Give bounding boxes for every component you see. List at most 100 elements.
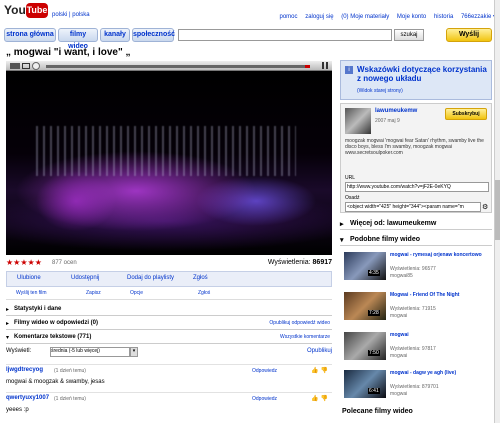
promoted-section[interactable]: Polecane filmy wideo — [340, 406, 492, 418]
video-description: moogzak mogwai 'mogwai fear Satan' rhyth… — [345, 138, 484, 156]
add-playlist-button[interactable]: Dodaj do playlisty — [127, 275, 174, 281]
scrollbar-thumb[interactable] — [495, 180, 500, 240]
expand-icon[interactable]: ▸ — [6, 306, 9, 313]
video-frame[interactable] — [6, 71, 332, 255]
volume-icon[interactable] — [10, 63, 20, 69]
related-label: Podobne filmy wideo — [350, 236, 421, 243]
related-user[interactable]: mogwai — [390, 353, 407, 359]
top-link-account[interactable]: Moje konto — [397, 14, 426, 20]
uploader-name[interactable]: lawumeukemw — [375, 108, 417, 114]
related-title[interactable]: mogwai — [390, 332, 490, 338]
related-title[interactable]: Mogwai - Friend Of The Night — [390, 292, 490, 298]
top-link-login[interactable]: zaloguj się — [305, 14, 333, 20]
gear-icon[interactable]: ⚙ — [482, 203, 488, 211]
progress-bar[interactable] — [46, 65, 310, 68]
tab-videos[interactable]: filmy wideo — [58, 28, 98, 50]
star-icon[interactable]: ★ — [28, 258, 35, 267]
reply-link[interactable]: Odpowiedz — [252, 396, 277, 402]
avatar[interactable] — [345, 108, 371, 134]
chevron-down-icon[interactable]: ▾ — [130, 347, 138, 357]
upload-button[interactable]: Wyślij — [446, 28, 492, 42]
post-comment-link[interactable]: Opublikuj — [307, 348, 332, 354]
comment-filter-select[interactable]: średnia (-5 lub więcej) — [50, 347, 130, 357]
tab-channels[interactable]: kanały — [100, 28, 130, 42]
url-field[interactable]: http://www.youtube.com/watch?v=jF2E-0eKY… — [345, 182, 489, 192]
search-input[interactable] — [178, 29, 392, 41]
embed-field[interactable]: <object width="425" height="344"><param … — [345, 202, 481, 212]
report-link[interactable]: Zgłoś — [198, 290, 210, 296]
related-video[interactable]: 7:50 mogwai Wyświetlenia: 97817 mogwai — [340, 330, 492, 362]
star-rating[interactable]: ★★★★★ — [6, 258, 42, 267]
tab-community[interactable]: społeczność — [132, 28, 175, 42]
comments-section[interactable]: ▾ Komentarze tekstowe (771) Wszystkie ko… — [6, 332, 332, 344]
language-selector[interactable]: polski | polska — [52, 12, 90, 18]
related-section[interactable]: ▾ Podobne filmy wideo — [340, 234, 492, 246]
top-link-my-videos[interactable]: (0) Moje materiały — [341, 14, 389, 20]
statistics-section[interactable]: ▸ Statystyki i dane — [6, 304, 332, 316]
comment-user[interactable]: ljwgdtrecyog — [6, 367, 43, 373]
flag-button[interactable]: Zgłoś — [193, 275, 208, 281]
comment-item: qwertyuxy1007 (1 dzień temu) Odpowiedz 👍… — [6, 392, 332, 418]
url-label: URL — [345, 175, 356, 181]
info-icon: i — [345, 66, 353, 74]
related-views: Wyświetlenia: 97817 — [390, 346, 436, 352]
view-count: Wyświetlenia: 86917 — [268, 259, 332, 266]
logo-tube: Tube — [26, 3, 48, 18]
thumbs-icon[interactable]: 👍 👎 — [311, 395, 328, 402]
related-user[interactable]: mogwai — [390, 391, 407, 397]
save-link[interactable]: Zapisz — [86, 290, 101, 296]
comment-text: mogwai & moogzak & swamby, jesas — [6, 379, 105, 385]
upload-date: 2007 maj 9 — [375, 118, 400, 124]
action-bar-secondary: Wyślij ten film Zapisz Opcje Zgłoś — [6, 288, 332, 300]
related-user[interactable]: mogwai — [390, 313, 407, 319]
nav-bar: strona główna filmy wideo kanały społecz… — [0, 26, 500, 50]
video-player[interactable] — [6, 61, 332, 255]
top-link-user[interactable]: 766ezzakie ▾ — [461, 14, 496, 20]
top-link-history[interactable]: historia — [434, 14, 453, 20]
share-button[interactable]: Udostępnij — [71, 275, 99, 281]
scrub-handle[interactable] — [32, 62, 40, 70]
youtube-logo[interactable]: You Tube — [4, 3, 48, 20]
filter-label: Wyświetl: — [6, 348, 32, 354]
star-icon[interactable]: ★ — [20, 258, 27, 267]
thumbs-icon[interactable]: 👍 👎 — [311, 367, 328, 374]
scrollbar[interactable] — [494, 0, 500, 423]
related-title[interactable]: mogwai - rymesaj orjenaw koncertowo — [390, 252, 490, 258]
video-duration: 7:50 — [368, 350, 380, 356]
top-link-help[interactable]: pomoc — [280, 14, 298, 20]
send-video-link[interactable]: Wyślij ten film — [16, 290, 47, 296]
expand-icon[interactable]: ▸ — [6, 320, 9, 327]
collapse-icon[interactable]: ▾ — [340, 236, 344, 244]
star-icon[interactable]: ★ — [35, 258, 42, 267]
related-video[interactable]: 6:41 mogwai - dagw ye agh (live) Wyświet… — [340, 368, 492, 400]
top-links: pomoc zaloguj się (0) Moje materiały Moj… — [274, 13, 497, 22]
subscribe-button[interactable]: Subskrybuj — [445, 108, 487, 120]
statistics-label: Statystyki i dane — [14, 306, 62, 312]
related-user[interactable]: mogwai85 — [390, 273, 413, 279]
video-title: „ mogwai "i want, i love" „ — [6, 47, 131, 58]
old-layout-link[interactable]: (Widok starej strony) — [357, 88, 403, 94]
pause-icon[interactable] — [322, 62, 328, 69]
reply-link[interactable]: Odpowiedz — [252, 368, 277, 374]
tab-home[interactable]: strona główna — [4, 28, 56, 42]
views-label: Wyświetlenia: — [267, 259, 311, 266]
options-link[interactable]: Opcje — [130, 290, 143, 296]
related-title[interactable]: mogwai - dagw ye agh (live) — [390, 370, 490, 376]
comment-user[interactable]: qwertyuxy1007 — [6, 395, 49, 401]
tip-title[interactable]: Wskazówki dotyczące korzystania z nowego… — [357, 65, 487, 83]
more-from-section[interactable]: ▸ Więcej od: lawumeukemw — [340, 218, 492, 230]
favorite-button[interactable]: Ulubione — [17, 275, 41, 281]
post-video-response-link[interactable]: Opublikuj odpowiedź wideo — [269, 320, 330, 326]
related-video[interactable]: 7:28 Mogwai - Friend Of The Night Wyświe… — [340, 290, 492, 322]
embed-label: Osadź — [345, 195, 360, 201]
collapse-icon[interactable]: ▾ — [6, 334, 9, 341]
fullscreen-icon[interactable] — [22, 63, 30, 69]
video-responses-section[interactable]: ▸ Filmy wideo w odpowiedzi (0) Opublikuj… — [6, 318, 332, 330]
stage-lights — [36, 126, 296, 176]
expand-icon[interactable]: ▸ — [340, 220, 344, 228]
video-responses-label: Filmy wideo w odpowiedzi (0) — [14, 320, 99, 326]
all-comments-link[interactable]: Wszystkie komentarze — [280, 334, 330, 340]
views-value: 86917 — [312, 259, 332, 266]
search-button[interactable]: szukaj — [394, 29, 424, 41]
related-video[interactable]: 4:35 mogwai - rymesaj orjenaw koncertowo… — [340, 250, 492, 282]
